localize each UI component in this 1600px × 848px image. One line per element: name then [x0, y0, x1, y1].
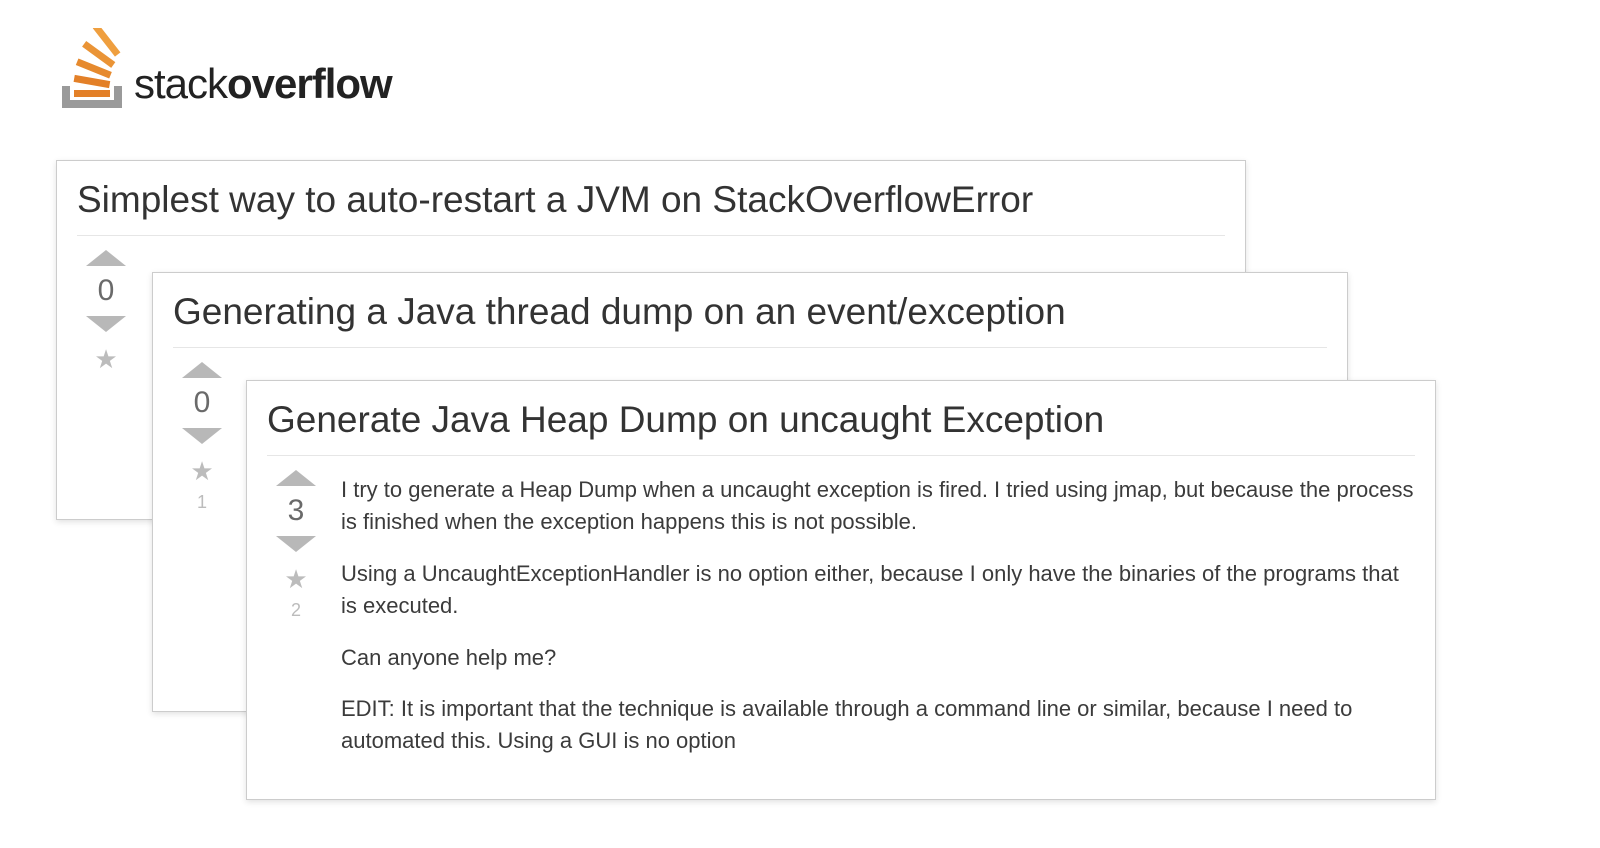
- favorite-icon[interactable]: ★: [284, 566, 307, 592]
- favorite-icon[interactable]: ★: [94, 346, 117, 372]
- downvote-icon[interactable]: [86, 316, 126, 332]
- body-paragraph: EDIT: It is important that the technique…: [341, 693, 1415, 757]
- stackoverflow-icon: [56, 28, 128, 114]
- brand-text: stackoverflow: [134, 60, 392, 108]
- vote-column: 0 ★ 1: [173, 362, 231, 513]
- body-paragraph: Using a UncaughtExceptionHandler is no o…: [341, 558, 1415, 622]
- vote-column: 3 ★ 2: [267, 470, 325, 621]
- body-paragraph: I try to generate a Heap Dump when a unc…: [341, 474, 1415, 538]
- brand-word-1: stack: [134, 60, 227, 107]
- downvote-icon[interactable]: [276, 536, 316, 552]
- vote-count: 3: [288, 494, 305, 528]
- favorite-count: 2: [291, 600, 301, 621]
- brand-word-2: overflow: [227, 60, 392, 107]
- upvote-icon[interactable]: [276, 470, 316, 486]
- question-title[interactable]: Generating a Java thread dump on an even…: [173, 291, 1327, 348]
- question-title[interactable]: Simplest way to auto-restart a JVM on St…: [77, 179, 1225, 236]
- upvote-icon[interactable]: [182, 362, 222, 378]
- body-paragraph: Can anyone help me?: [341, 642, 1415, 674]
- favorite-icon[interactable]: ★: [190, 458, 213, 484]
- upvote-icon[interactable]: [86, 250, 126, 266]
- question-card: Generate Java Heap Dump on uncaught Exce…: [246, 380, 1436, 800]
- favorite-count: 1: [197, 492, 207, 513]
- vote-column: 0 ★: [77, 250, 135, 380]
- downvote-icon[interactable]: [182, 428, 222, 444]
- question-body: I try to generate a Heap Dump when a unc…: [325, 470, 1415, 777]
- vote-count: 0: [194, 386, 211, 420]
- stackoverflow-logo: stackoverflow: [56, 28, 392, 114]
- vote-count: 0: [98, 274, 115, 308]
- question-title[interactable]: Generate Java Heap Dump on uncaught Exce…: [267, 399, 1415, 456]
